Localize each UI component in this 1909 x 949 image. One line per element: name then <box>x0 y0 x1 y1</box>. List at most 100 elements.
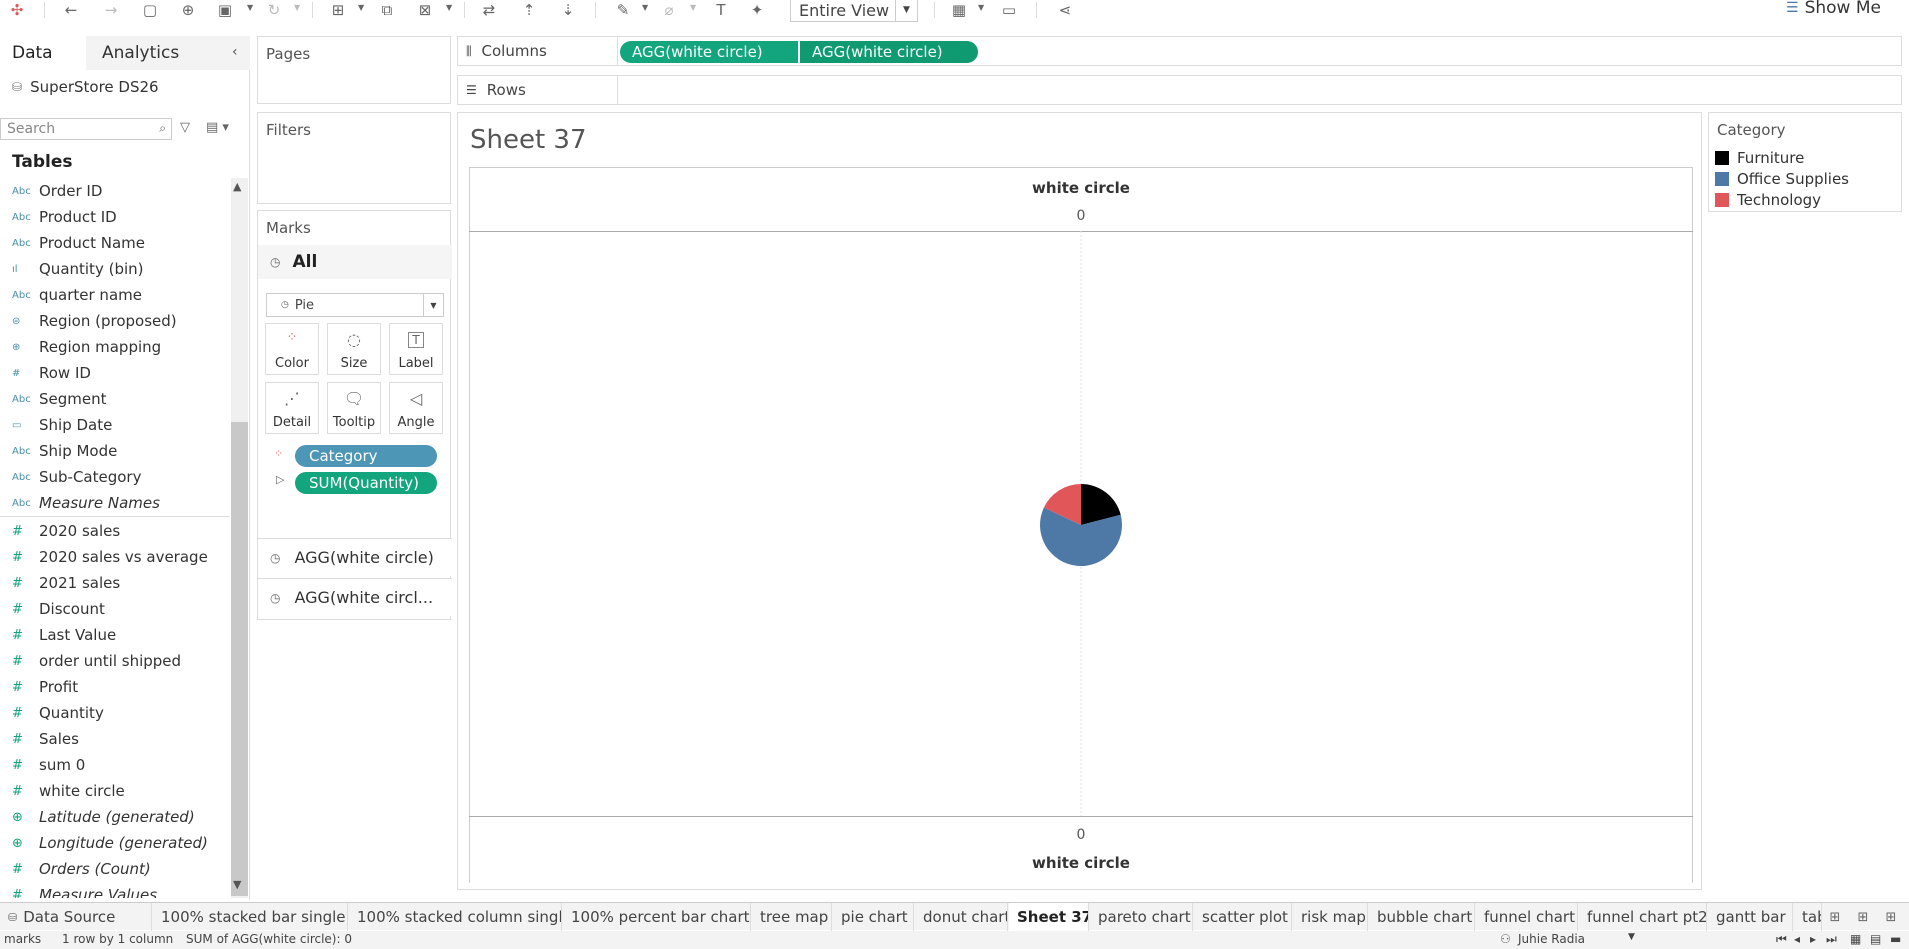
new-worksheet-icon[interactable]: ⊞ <box>1824 907 1846 927</box>
redo-icon[interactable]: → <box>100 0 122 20</box>
tab-sheet[interactable]: funnel chart <box>1476 903 1578 931</box>
sum-quantity-pill[interactable]: SUM(Quantity) <box>295 472 437 494</box>
field-item[interactable]: ⊕ Region mapping <box>0 334 230 360</box>
tab-sheet[interactable]: gantt bar <box>1708 903 1793 931</box>
tab-sheet[interactable]: tab <box>1794 903 1822 931</box>
pause-updates-icon[interactable]: ▣ <box>214 0 236 20</box>
text-label-icon[interactable]: T <box>710 0 732 20</box>
scroll-up-icon[interactable]: ▲ <box>233 180 241 193</box>
nav-next-icon[interactable]: ▸ <box>1810 932 1816 946</box>
share-icon[interactable]: ⋖ <box>1054 0 1076 20</box>
show-cards-icon[interactable]: ▦ <box>948 0 970 20</box>
field-item[interactable]: ıl Quantity (bin) <box>0 256 230 282</box>
legend-item-office-supplies[interactable]: Office Supplies <box>1715 169 1849 189</box>
tooltip-button[interactable]: 🗨 Tooltip <box>327 382 381 434</box>
rows-shelf[interactable]: ☰ Rows <box>457 75 1902 105</box>
field-item[interactable]: #2021 sales <box>0 570 230 596</box>
field-item[interactable]: Abc Ship Mode <box>0 438 230 464</box>
chevron-down-icon[interactable]: ▼ <box>446 3 452 12</box>
field-item[interactable]: # Sales <box>0 726 230 752</box>
fit-select[interactable]: Entire View ▼ <box>790 0 918 22</box>
view-options-icon[interactable]: ▤ ▾ <box>206 120 229 135</box>
field-item[interactable]: Abc Measure Names <box>0 490 230 516</box>
attach-icon[interactable]: ⌀ <box>658 0 680 20</box>
field-item[interactable]: #2020 sales vs average <box>0 544 230 570</box>
field-item[interactable]: Abc quarter name <box>0 282 230 308</box>
new-worksheet-icon[interactable]: ⊞ <box>327 0 349 20</box>
marks-agg-white-circle-2[interactable]: ◷ AGG(white circl... <box>258 578 452 616</box>
collapse-pane-icon[interactable]: ‹ <box>232 44 238 60</box>
category-legend[interactable]: Category Furniture Office Supplies Techn… <box>1708 112 1902 212</box>
tableau-logo-icon[interactable]: ✣ <box>6 0 28 20</box>
chevron-down-icon[interactable]: ▼ <box>294 3 300 12</box>
field-item[interactable]: Abc Product Name <box>0 230 230 256</box>
marks-all-tab[interactable]: ◷ All <box>258 245 452 279</box>
swap-axes-icon[interactable]: ⇄ <box>478 0 500 20</box>
field-item[interactable]: # Discount <box>0 596 230 622</box>
pages-shelf[interactable]: Pages <box>257 36 451 104</box>
chevron-down-icon[interactable]: ▼ <box>978 3 984 12</box>
tab-sheet[interactable]: 100% stacked column single <box>349 903 562 931</box>
chevron-down-icon[interactable]: ▼ <box>1628 932 1635 942</box>
angle-button[interactable]: ◁ Angle <box>389 382 443 434</box>
field-item[interactable]: # Measure Values <box>0 882 230 898</box>
field-item[interactable]: # Last Value <box>0 622 230 648</box>
field-item[interactable]: ⊕ Latitude (generated) <box>0 804 230 830</box>
undo-icon[interactable]: ← <box>60 0 82 20</box>
field-item[interactable]: #2020 sales <box>0 518 230 544</box>
save-icon[interactable]: ▢ <box>139 0 161 20</box>
columns-shelf[interactable]: ⫼ Columns AGG(white circle) AGG(white ci… <box>457 36 1902 66</box>
tab-sheet[interactable]: 100% stacked bar single <box>153 903 348 931</box>
label-button[interactable]: T Label <box>389 323 443 375</box>
field-item[interactable]: ▭ Ship Date <box>0 412 230 438</box>
tab-sheet[interactable]: 100% percent bar chart <box>563 903 751 931</box>
field-item[interactable]: ⊕ Longitude (generated) <box>0 830 230 856</box>
marks-agg-white-circle-1[interactable]: ◷ AGG(white circle) <box>258 538 452 576</box>
tab-sheet-active[interactable]: Sheet 37 <box>1009 903 1089 931</box>
pie-chart[interactable] <box>1040 484 1122 566</box>
tab-sheet[interactable]: risk map <box>1293 903 1368 931</box>
field-item[interactable]: # Row ID <box>0 360 230 386</box>
filter-icon[interactable]: ▽ <box>180 120 190 135</box>
nav-last-icon[interactable]: ⏭ <box>1826 932 1837 947</box>
chevron-down-icon[interactable]: ▼ <box>358 3 364 12</box>
tab-sheet[interactable]: donut chart <box>915 903 1008 931</box>
worksheet-view[interactable]: Sheet 37 white circle 0 0 white circle <box>457 112 1702 890</box>
tab-sheet[interactable]: funnel chart pt2 <box>1579 903 1707 931</box>
sort-descending-icon[interactable]: ⇣ <box>557 0 579 20</box>
tab-view-icon[interactable]: ▬ <box>1890 932 1901 946</box>
show-me-button[interactable]: ☰ Show Me <box>1786 0 1881 18</box>
presentation-icon[interactable]: ▭ <box>998 0 1020 20</box>
duplicate-sheet-icon[interactable]: ⧉ <box>376 0 398 20</box>
color-button[interactable]: ⁘ Color <box>265 323 319 375</box>
sort-ascending-icon[interactable]: ⇡ <box>518 0 540 20</box>
columns-pill-white-circle-1[interactable]: AGG(white circle) <box>620 41 798 63</box>
category-pill[interactable]: Category <box>295 445 437 467</box>
field-item[interactable]: # white circle <box>0 778 230 804</box>
chevron-down-icon[interactable]: ▼ <box>642 3 648 12</box>
new-dashboard-icon[interactable]: ⊞ <box>1852 907 1874 927</box>
field-item[interactable]: Abc Order ID <box>0 178 230 204</box>
tab-sheet[interactable]: pareto chart <box>1090 903 1193 931</box>
tab-sheet[interactable]: bubble chart <box>1369 903 1475 931</box>
columns-pill-white-circle-2[interactable]: AGG(white circle) <box>800 41 978 63</box>
field-item[interactable]: Abc Product ID <box>0 204 230 230</box>
field-item[interactable]: # order until shipped <box>0 648 230 674</box>
legend-item-technology[interactable]: Technology <box>1715 190 1821 210</box>
field-item[interactable]: # Profit <box>0 674 230 700</box>
chevron-down-icon[interactable]: ▼ <box>690 3 696 12</box>
field-item[interactable]: # Orders (Count) <box>0 856 230 882</box>
grid-view-icon[interactable]: ▦ <box>1850 932 1861 946</box>
clear-sheet-icon[interactable]: ⊠ <box>414 0 436 20</box>
pin-icon[interactable]: ✦ <box>746 0 768 20</box>
highlight-icon[interactable]: ✎ <box>612 0 634 20</box>
field-item[interactable]: Abc Sub-Category <box>0 464 230 490</box>
field-item[interactable]: ⊜ Region (proposed) <box>0 308 230 334</box>
nav-first-icon[interactable]: ⏮ <box>1776 932 1787 947</box>
refresh-icon[interactable]: ↻ <box>263 0 285 20</box>
search-input[interactable]: Search ⌕ <box>0 118 172 140</box>
new-story-icon[interactable]: ⊞ <box>1880 907 1902 927</box>
mark-type-select[interactable]: ◷ Pie ▼ <box>266 293 444 317</box>
datasource-item[interactable]: ⛁ SuperStore DS26 <box>12 78 159 96</box>
size-button[interactable]: ◌ Size <box>327 323 381 375</box>
